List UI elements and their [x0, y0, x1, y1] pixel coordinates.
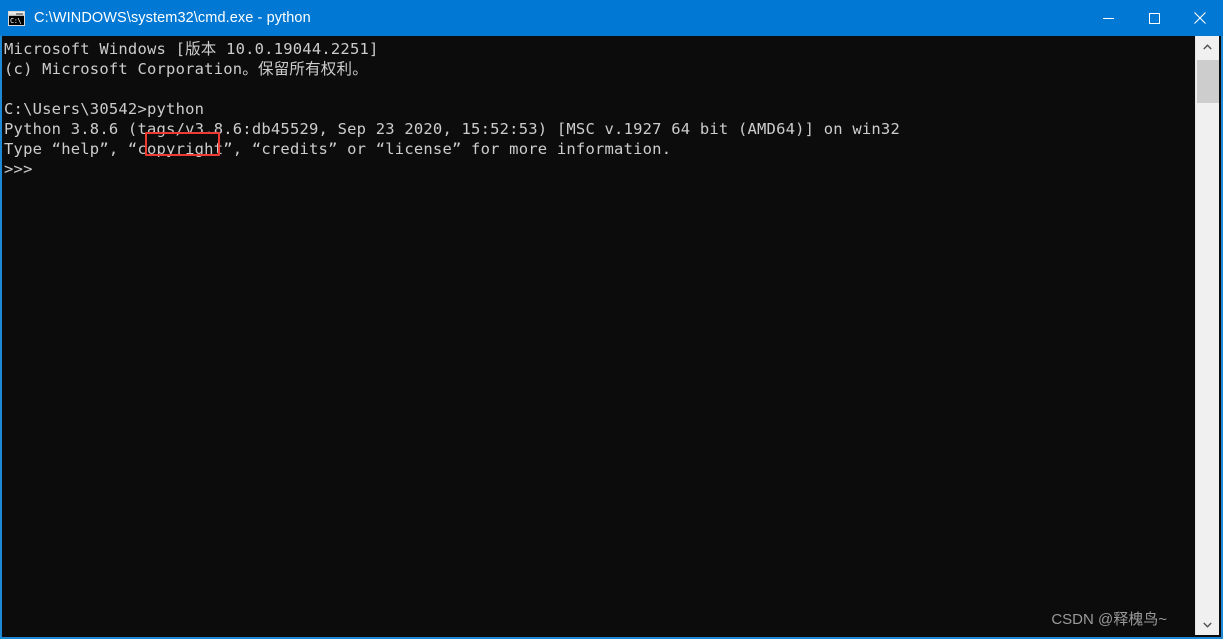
title-bar[interactable]: C:\ C:\WINDOWS\system32\cmd.exe - python: [0, 0, 1223, 36]
console-line: Type “help”, “copyright”, “credits” or “…: [4, 140, 672, 158]
maximize-icon: [1148, 12, 1160, 24]
minimize-button[interactable]: [1085, 0, 1131, 36]
cmd-window: C:\ C:\WINDOWS\system32\cmd.exe - python: [0, 0, 1223, 639]
window-controls: [1085, 0, 1223, 36]
python-prompt: >>>: [4, 160, 33, 178]
csdn-watermark: CSDN @释槐鸟~: [1051, 611, 1167, 628]
minimize-icon: [1102, 17, 1114, 19]
console-line: Python 3.8.6 (tags/v3.8.6:db45529, Sep 2…: [4, 120, 900, 138]
scrollbar-thumb[interactable]: [1197, 60, 1219, 103]
highlight-rectangle-python-command: [145, 132, 220, 156]
console-line-command: C:\Users\30542>python: [4, 100, 205, 118]
chevron-up-icon: [1203, 43, 1212, 49]
window-title: C:\WINDOWS\system32\cmd.exe - python: [34, 10, 311, 26]
close-icon: [1194, 12, 1206, 24]
cmd-console-icon: C:\: [8, 10, 25, 26]
maximize-button[interactable]: [1131, 0, 1177, 36]
scroll-down-button[interactable]: [1196, 614, 1219, 635]
console-line: (c) Microsoft Corporation。保留所有权利。: [4, 60, 368, 78]
console-line: Microsoft Windows [版本 10.0.19044.2251]: [4, 40, 379, 58]
console-output-area[interactable]: Microsoft Windows [版本 10.0.19044.2251] (…: [2, 36, 1195, 637]
close-button[interactable]: [1177, 0, 1223, 36]
icon-prompt-text: C:\: [9, 15, 24, 25]
scroll-up-button[interactable]: [1196, 36, 1219, 57]
console-text: Microsoft Windows [版本 10.0.19044.2251] (…: [4, 39, 900, 179]
vertical-scrollbar[interactable]: [1195, 36, 1219, 635]
chevron-down-icon: [1203, 622, 1212, 628]
